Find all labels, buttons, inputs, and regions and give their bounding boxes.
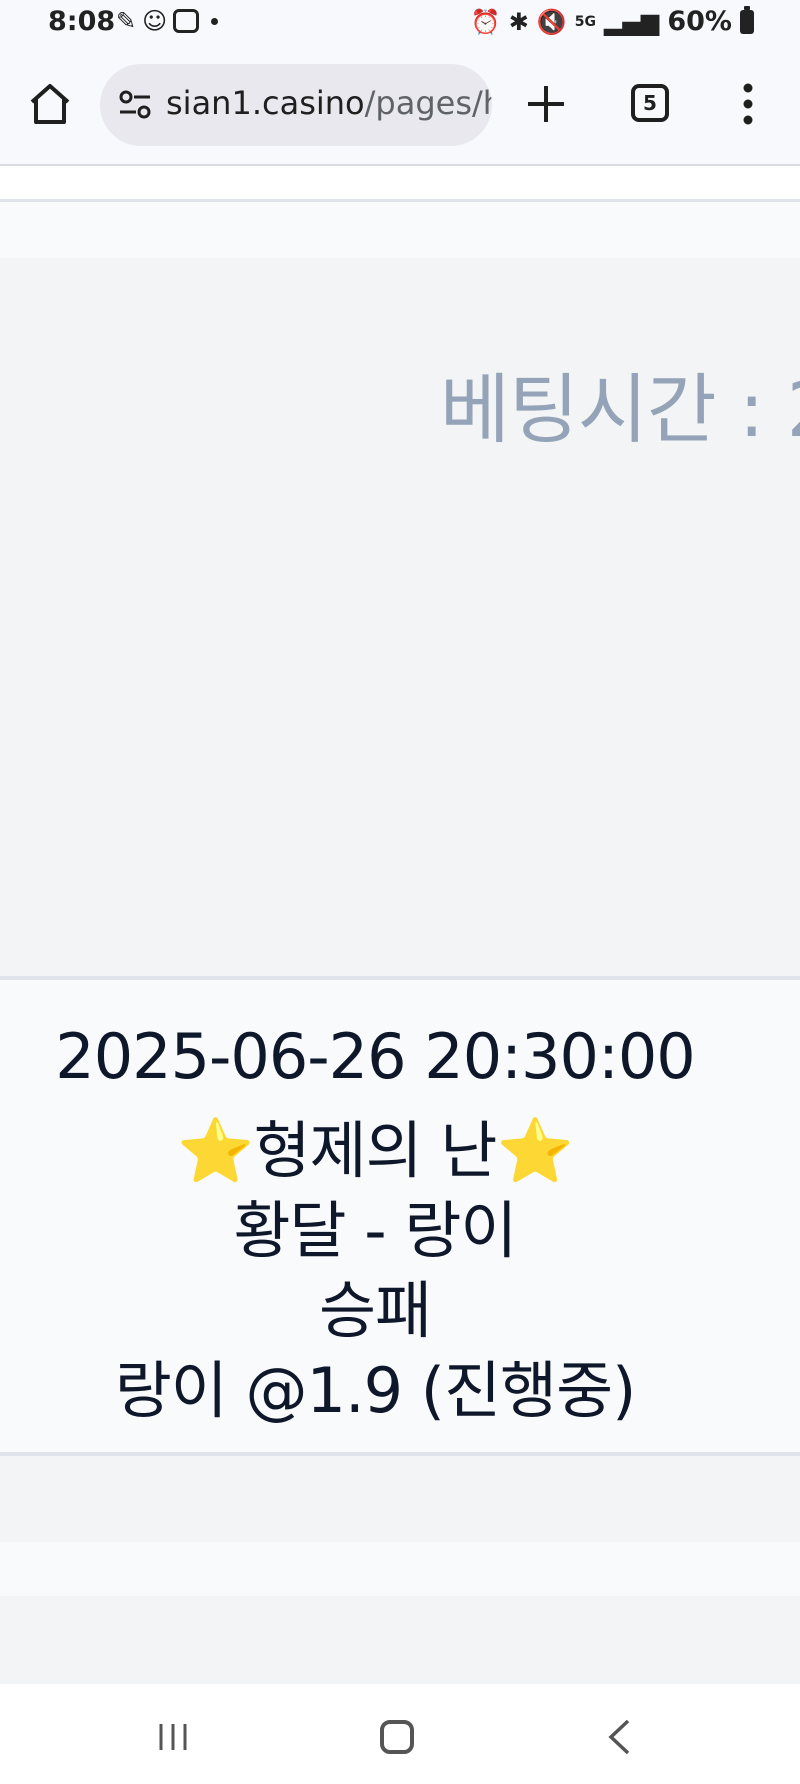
star-icon: ⭐ <box>496 1114 573 1187</box>
status-right-icons: ⏰ ✱ 🔇 5G ▂▄▆ 60% <box>470 5 754 37</box>
site-settings-icon[interactable] <box>118 88 152 122</box>
bluetooth-icon: ✱ <box>508 7 529 36</box>
status-time: 8:08 <box>48 6 116 37</box>
content-band <box>0 1596 800 1684</box>
match-pick: 랑이 @1.9 (진행중) <box>114 1354 637 1427</box>
home-icon[interactable] <box>26 80 74 128</box>
content-band <box>0 1542 800 1596</box>
status-bar: 8:08 ✎ ☺ ⏰ ✱ 🔇 5G ▂▄▆ 60% <box>0 0 800 46</box>
new-tab-icon[interactable] <box>524 82 568 126</box>
message-box-icon <box>173 9 200 33</box>
address-bar[interactable]: sian1.casino/pages/h <box>100 64 492 146</box>
url-host: sian1.casino <box>166 84 365 122</box>
recent-apps-icon[interactable] <box>156 1720 190 1754</box>
signal-icon: ▂▄▆ <box>603 7 660 36</box>
5g-icon: 5G <box>574 13 596 30</box>
browser-toolbar: sian1.casino/pages/h 5 <box>0 46 800 166</box>
back-icon[interactable] <box>606 1718 632 1756</box>
top-divider <box>0 166 800 202</box>
url-path: /pages/h <box>364 84 492 122</box>
match-title: ⭐형제의 난⭐ <box>0 1100 750 1190</box>
battery-percent: 60% <box>667 6 732 37</box>
url-text[interactable]: sian1.casino/pages/h <box>166 84 492 122</box>
more-menu-icon[interactable] <box>740 82 756 126</box>
dot-icon <box>211 17 219 25</box>
alarm-icon: ⏰ <box>470 7 501 36</box>
header-strip <box>0 202 800 258</box>
home-button[interactable] <box>380 1720 414 1754</box>
match-title-text: 형제의 난 <box>253 1114 498 1187</box>
bet-info-card: 2025-06-26 20:30:00 ⭐형제의 난⭐ 황달 - 랑이 승패 랑… <box>0 980 800 1456</box>
battery-icon <box>740 5 754 34</box>
location-face-icon: ☺ <box>142 7 168 35</box>
match-teams: 황달 - 랑이 <box>233 1194 518 1267</box>
betting-time-label: 베팅시간 : 2 <box>440 365 800 454</box>
betting-panel: 베팅시간 : 2 <box>0 258 800 980</box>
app-icon: ✎ <box>116 7 137 35</box>
match-market: 승패 <box>318 1274 432 1347</box>
tab-switcher-button[interactable]: 5 <box>631 84 669 122</box>
mute-icon: 🔇 <box>536 7 567 36</box>
status-left-icons: ✎ ☺ <box>116 6 219 36</box>
system-nav-bar <box>0 1684 800 1784</box>
content-band <box>0 1456 800 1542</box>
match-datetime: 2025-06-26 20:30:00 <box>55 1020 695 1093</box>
star-icon: ⭐ <box>177 1114 254 1187</box>
